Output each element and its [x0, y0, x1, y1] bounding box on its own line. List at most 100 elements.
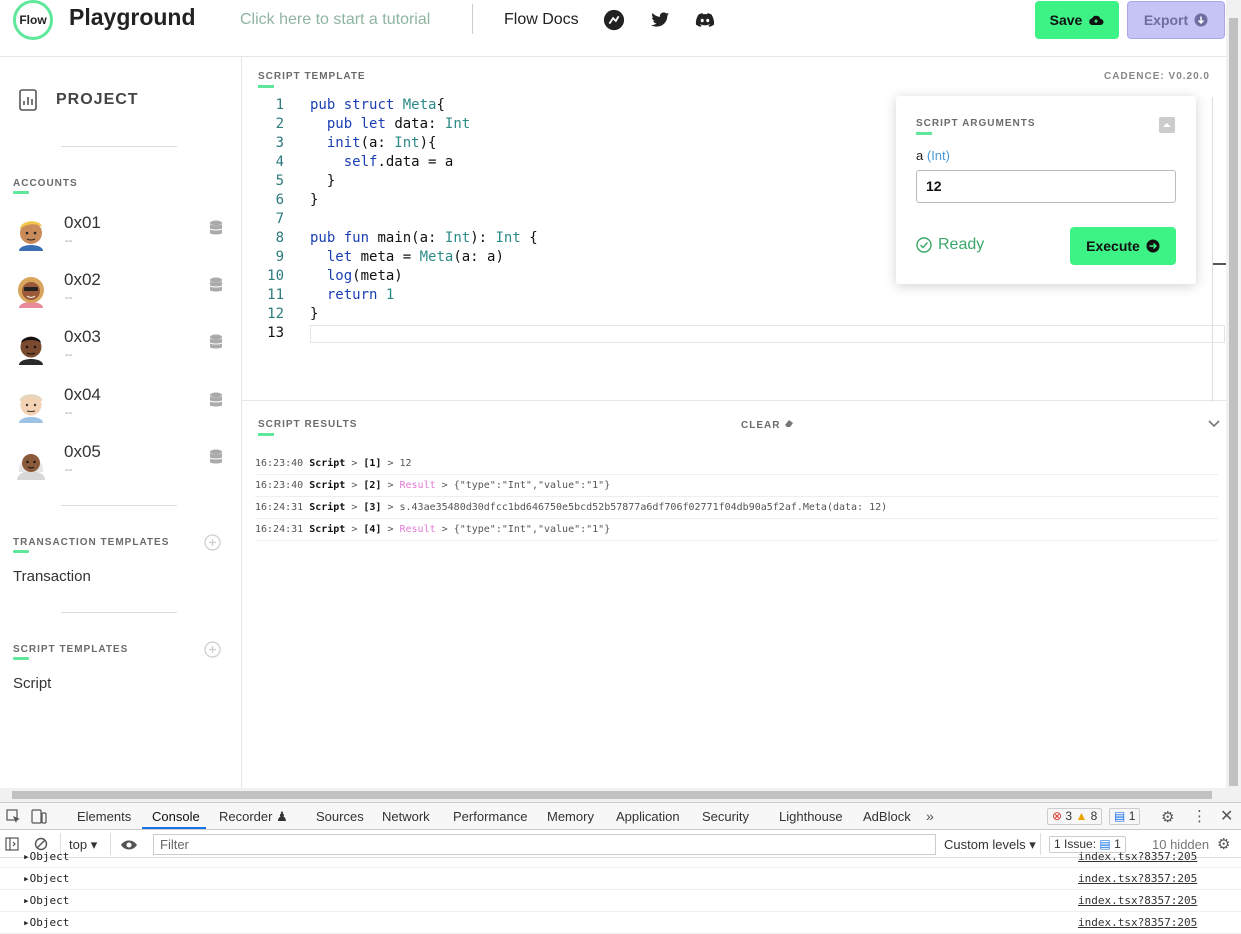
database-icon[interactable] — [209, 277, 223, 293]
account-item-0x03[interactable]: 0x03 -- — [13, 327, 228, 377]
result-time: 16:24:31 — [255, 502, 310, 513]
transaction-templates-heading: TRANSACTION TEMPLATES — [13, 537, 170, 548]
console-row[interactable]: ▸Object index.tsx?8357:205 — [0, 912, 1241, 934]
avatar — [19, 394, 43, 423]
flow-runner-icon[interactable] — [602, 9, 626, 31]
code-text: } — [310, 173, 336, 189]
devtools-tab-console[interactable]: Console — [152, 809, 200, 824]
save-button[interactable]: Save — [1035, 1, 1119, 39]
message-badge[interactable]: ▤ 1 — [1109, 808, 1141, 825]
account-subtext: -- — [65, 464, 73, 476]
sidebar: PROJECT ACCOUNTS 0x01 -- 0x02 -- 0x03 --… — [0, 57, 242, 788]
line-number: 5 — [275, 173, 284, 189]
script-templates-underline — [13, 657, 29, 660]
account-address: 0x04 — [64, 385, 101, 404]
devtools-tab-performance[interactable]: Performance — [453, 809, 527, 824]
result-source: Script — [309, 502, 346, 513]
argument-input[interactable]: 12 — [916, 170, 1176, 203]
error-count: 3 — [1065, 809, 1073, 823]
execute-button[interactable]: Execute — [1070, 227, 1176, 265]
execute-label: Execute — [1086, 238, 1140, 254]
line-number: 11 — [267, 287, 284, 303]
database-icon[interactable] — [209, 392, 223, 408]
console-object[interactable]: ▸Object — [23, 846, 69, 868]
account-subtext: -- — [65, 407, 73, 419]
more-tabs-icon[interactable]: » — [926, 808, 934, 824]
console-object[interactable]: ▸Object — [23, 912, 69, 934]
error-warning-badge[interactable]: ⊗ 3 ▲ 8 — [1047, 808, 1103, 825]
console-row[interactable]: ▸Object index.tsx?8357:205 — [0, 846, 1241, 868]
console-source-link[interactable]: index.tsx?8357:205 — [1078, 868, 1197, 890]
vertical-scrollbar[interactable] — [1226, 0, 1241, 802]
app-header: Flow Playground Click here to start a tu… — [0, 0, 1226, 57]
script-arguments-heading: SCRIPT ARGUMENTS — [916, 118, 1036, 129]
twitter-icon[interactable] — [648, 9, 672, 31]
add-script-icon[interactable] — [204, 641, 221, 658]
result-value: {"type":"Int","value":"1"} — [453, 480, 611, 491]
close-icon[interactable]: ✕ — [1220, 806, 1233, 826]
database-icon[interactable] — [209, 334, 223, 350]
devtools-tab-lighthouse[interactable]: Lighthouse — [779, 809, 843, 824]
kebab-menu-icon[interactable]: ⋮ — [1192, 807, 1207, 825]
vertical-scroll-thumb[interactable] — [1229, 18, 1238, 786]
export-button[interactable]: Export — [1127, 1, 1225, 39]
project-item[interactable]: PROJECT — [18, 89, 139, 111]
transaction-template-item[interactable]: Transaction — [13, 568, 91, 585]
line-number: 13 — [267, 325, 284, 341]
devtools-tab-sources[interactable]: Sources — [316, 809, 364, 824]
console-source-link[interactable]: index.tsx?8357:205 — [1078, 846, 1197, 868]
inspect-icon[interactable] — [6, 809, 21, 824]
clear-label: CLEAR — [741, 420, 781, 431]
account-item-0x04[interactable]: 0x04 -- — [13, 385, 228, 435]
current-line-highlight — [310, 325, 1225, 343]
account-address: 0x02 — [64, 270, 101, 289]
script-templates-heading: SCRIPT TEMPLATES — [13, 644, 129, 655]
horizontal-scroll-thumb[interactable] — [12, 791, 1212, 799]
database-icon[interactable] — [209, 220, 223, 236]
console-source-link[interactable]: index.tsx?8357:205 — [1078, 912, 1197, 934]
script-results-heading: SCRIPT RESULTS — [258, 419, 358, 430]
flow-docs-link[interactable]: Flow Docs — [504, 11, 579, 29]
add-transaction-icon[interactable] — [204, 534, 221, 551]
console-row[interactable]: ▸Object index.tsx?8357:205 — [0, 868, 1241, 890]
devtools-tab-memory[interactable]: Memory — [547, 809, 594, 824]
account-item-0x02[interactable]: 0x02 -- — [13, 270, 228, 320]
project-chart-icon — [19, 89, 37, 111]
discord-icon[interactable] — [693, 9, 717, 31]
account-item-0x01[interactable]: 0x01 -- — [13, 213, 228, 263]
console-row[interactable]: ▸Object index.tsx?8357:205 — [0, 890, 1241, 912]
horizontal-scrollbar[interactable] — [0, 788, 1226, 802]
devtools-tab-application[interactable]: Application — [616, 809, 680, 824]
script-template-item[interactable]: Script — [13, 675, 51, 692]
check-circle-icon — [916, 237, 932, 253]
devtools-tab-elements[interactable]: Elements — [77, 809, 131, 824]
clear-button[interactable]: CLEAR — [741, 419, 794, 431]
device-toggle-icon[interactable] — [31, 809, 47, 824]
console-object[interactable]: ▸Object — [23, 868, 69, 890]
console-source-link[interactable]: index.tsx?8357:205 — [1078, 890, 1197, 912]
chevron-down-icon[interactable] — [1208, 419, 1220, 429]
devtools-tab-adblock[interactable]: AdBlock — [863, 809, 911, 824]
devtools-tab-recorder[interactable]: Recorder ♟ — [219, 809, 288, 825]
console-object[interactable]: ▸Object — [23, 890, 69, 912]
arrow-right-circle-icon — [1146, 239, 1160, 253]
database-icon[interactable] — [209, 449, 223, 465]
devtools-tabbar: Elements Console Recorder ♟ Sources Network P… — [0, 803, 1241, 830]
devtools-tab-security[interactable]: Security — [702, 809, 749, 824]
account-item-0x05[interactable]: 0x05 -- — [13, 442, 228, 492]
line-number: 3 — [275, 135, 284, 151]
collapse-up-icon[interactable] — [1159, 117, 1175, 133]
code-text: self.data = a — [343, 154, 454, 170]
script-results-panel: SCRIPT RESULTS CLEAR 16:23:40 Script > [… — [242, 401, 1226, 788]
code-text: pub let data: Int — [326, 116, 471, 132]
result-index: [3] — [363, 502, 382, 513]
code-text: } — [310, 306, 319, 322]
code-text: return 1 — [326, 287, 395, 303]
devtools-tab-network[interactable]: Network — [382, 809, 430, 824]
export-arrow-icon — [1194, 13, 1208, 27]
argument-name: a — [916, 148, 924, 163]
settings-gear-icon[interactable]: ⚙ — [1161, 808, 1174, 826]
flow-logo[interactable]: Flow — [13, 0, 53, 40]
tutorial-link[interactable]: Click here to start a tutorial — [240, 11, 430, 29]
result-row: 16:24:31 Script > [4] > Result > {"type"… — [255, 519, 1218, 541]
